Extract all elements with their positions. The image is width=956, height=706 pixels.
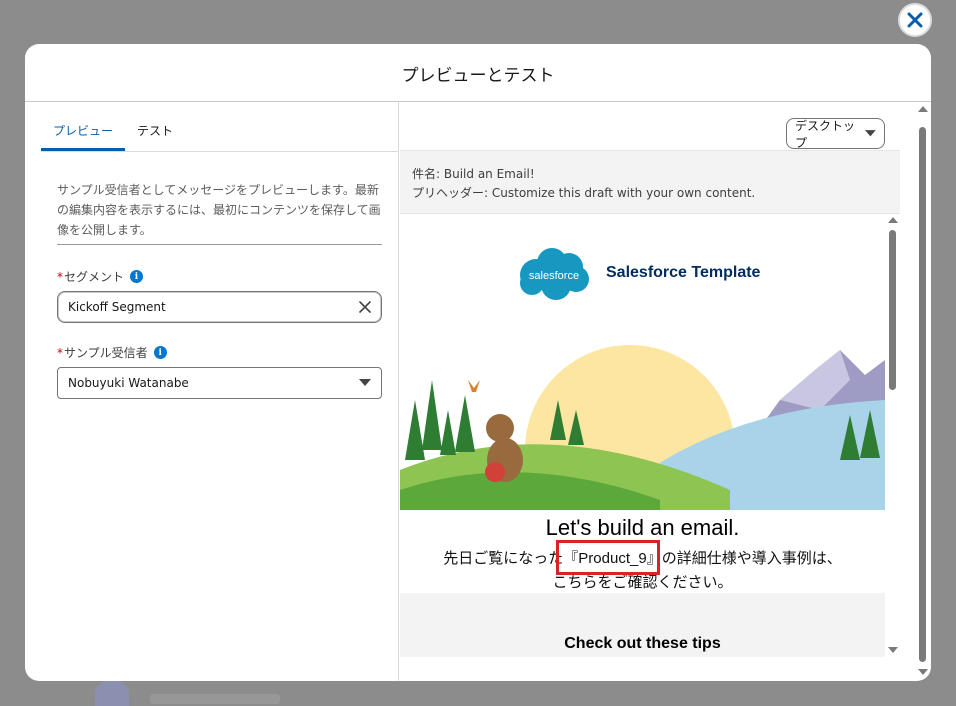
line1-after: の詳細仕様や導入事例は、 (661, 550, 842, 567)
preview-test-modal: プレビューとテスト プレビュー テスト サンプル受信者としてメッセージをプレビュ… (25, 44, 931, 681)
salesforce-cloud-logo: salesforce (520, 248, 589, 300)
info-icon[interactable]: i (153, 346, 167, 359)
scroll-up-arrow[interactable] (918, 106, 928, 112)
clear-icon[interactable] (359, 301, 371, 313)
tab-preview[interactable]: プレビュー (41, 116, 126, 151)
hero-illustration (400, 340, 885, 510)
tab-test[interactable]: テスト (125, 116, 185, 151)
scroll-thumb[interactable] (919, 127, 926, 662)
segment-label: セグメント (64, 270, 125, 284)
segment-value: Kickoff Segment (68, 300, 166, 314)
background-avatar (95, 680, 129, 706)
recipient-label-row: *サンプル受信者 i (57, 344, 167, 361)
preview-panel: デスクトップ 件名: Build an Email! プリヘッダー: Custo… (398, 102, 931, 681)
left-panel: プレビュー テスト サンプル受信者としてメッセージをプレビューします。最新の編集… (25, 102, 398, 681)
preheader-value: Customize this draft with your own conte… (491, 186, 756, 200)
line1-before: 先日ご覧になった (443, 550, 564, 567)
recipient-select[interactable]: Nobuyuki Watanabe (57, 367, 382, 399)
modal-title: プレビューとテスト (25, 44, 931, 102)
preview-description: サンプル受信者としてメッセージをプレビューします。最新の編集内容を表示するには、… (57, 183, 381, 237)
tips-title: Check out these tips (564, 635, 721, 652)
preheader-row: プリヘッダー: Customize this draft with your o… (412, 184, 900, 203)
recipient-value: Nobuyuki Watanabe (68, 376, 189, 390)
scroll-down-arrow[interactable] (888, 647, 898, 653)
tab-bar: プレビュー テスト (41, 116, 398, 152)
modal-scrollbar[interactable] (916, 102, 930, 681)
product-merge-field: 『Product_9』 (563, 550, 662, 567)
scroll-down-arrow[interactable] (918, 669, 928, 675)
scroll-thumb[interactable] (889, 230, 896, 390)
chevron-down-icon (865, 130, 876, 137)
scroll-up-arrow[interactable] (888, 217, 898, 223)
email-meta: 件名: Build an Email! プリヘッダー: Customize th… (400, 150, 900, 214)
chevron-down-icon (359, 379, 371, 386)
required-mark: * (57, 346, 63, 360)
email-logo-row: salesforce Salesforce Template (514, 245, 760, 301)
subject-row: 件名: Build an Email! (412, 165, 900, 184)
subject-label: 件名: (412, 167, 441, 181)
device-select[interactable]: デスクトップ (786, 118, 885, 150)
background-text (150, 694, 280, 704)
close-modal-button[interactable] (898, 3, 932, 37)
email-preview-frame: salesforce Salesforce Template Let's bui… (400, 215, 885, 657)
segment-label-row: *セグメント i (57, 268, 144, 285)
tips-section: Check out these tips (400, 593, 885, 657)
divider (57, 244, 382, 245)
email-heading: Let's build an email. (545, 515, 740, 540)
template-name: Salesforce Template (606, 264, 761, 281)
segment-input[interactable]: Kickoff Segment (57, 291, 382, 323)
email-frame-scrollbar[interactable] (886, 215, 900, 657)
email-body-line-2: こちらをご確認ください。 (552, 574, 733, 591)
logo-wordmark: salesforce (529, 270, 579, 282)
recipient-label: サンプル受信者 (64, 346, 148, 360)
email-body-line-1: 先日ご覧になった『Product_9』の詳細仕様や導入事例は、 (400, 547, 885, 568)
device-value: デスクトップ (795, 118, 856, 150)
info-icon[interactable]: i (130, 270, 144, 283)
close-icon (907, 12, 923, 28)
preheader-label: プリヘッダー: (412, 186, 489, 200)
required-mark: * (57, 270, 63, 284)
subject-value: Build an Email! (443, 167, 535, 181)
